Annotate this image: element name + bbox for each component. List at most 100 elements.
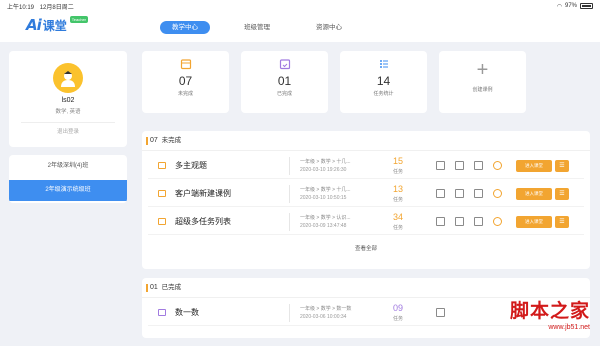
tab-teaching-center[interactable]: 教学中心 <box>160 21 210 34</box>
view-all-link[interactable]: 查看全部 <box>142 244 590 252</box>
profile-card: ls02 数学, 英语 退出登录 <box>9 51 127 147</box>
delete-icon[interactable] <box>474 161 483 170</box>
lesson-title: 超级多任务列表 <box>175 217 231 226</box>
pending-count: 07 <box>150 137 158 144</box>
enter-class-button[interactable]: 进入课堂 <box>516 160 552 172</box>
stat-done-label: 已完成 <box>276 91 292 97</box>
lesson-time: 2020-03-06 10:00:34 <box>300 314 347 320</box>
folder-icon <box>158 309 166 316</box>
row-menu-button[interactable]: ☰ <box>555 188 569 200</box>
task-count: 09 <box>393 303 404 313</box>
stat-tasks[interactable]: 14 任务统计 <box>340 51 427 113</box>
stat-pending[interactable]: 07 未完成 <box>142 51 229 113</box>
lesson-path: 一年级 > 数学 > 十几... <box>300 159 351 165</box>
lesson-time: 2020-03-09 13:47:48 <box>300 223 347 229</box>
watermark-title: 脚本之家 <box>509 300 590 322</box>
profile-name: ls02 <box>61 97 75 104</box>
create-lesson-label: 创建课例 <box>472 87 493 93</box>
avatar[interactable] <box>53 63 83 93</box>
calendar-icon <box>142 58 229 70</box>
delete-icon[interactable] <box>474 217 483 226</box>
task-count: 13 <box>393 184 404 194</box>
tab-resource-center[interactable]: 资源中心 <box>304 21 354 34</box>
row-tools <box>436 189 502 198</box>
lesson-path: 一年级 > 数学 > 数一数 <box>300 306 352 312</box>
task-label: 任务 <box>393 169 404 175</box>
lesson-row[interactable]: 多主观题 一年级 > 数学 > 十几... 2020-03-10 19:26:3… <box>148 153 584 179</box>
delete-icon[interactable] <box>474 189 483 198</box>
preview-icon[interactable] <box>455 189 464 198</box>
teacher-avatar-icon <box>61 71 75 87</box>
stat-tasks-label: 任务统计 <box>373 91 394 97</box>
watermark-url: www.jb51.net <box>548 324 590 331</box>
task-label: 任务 <box>393 225 404 231</box>
folder-icon <box>158 162 166 169</box>
folder-icon <box>158 190 166 197</box>
power-icon[interactable] <box>493 189 502 198</box>
preview-icon[interactable] <box>455 161 464 170</box>
app-logo: Ai 课堂 Teacher <box>26 16 89 34</box>
create-lesson-button[interactable]: + 创建课例 <box>439 51 526 113</box>
done-header: 01 已完成 <box>142 278 590 298</box>
lesson-row[interactable]: 超级多任务列表 一年级 > 数学 > 认识... 2020-03-09 13:4… <box>148 209 584 235</box>
task-label: 任务 <box>393 316 404 322</box>
enter-class-button[interactable]: 进入课堂 <box>516 188 552 200</box>
row-menu-button[interactable]: ☰ <box>555 160 569 172</box>
battery-text: 97% <box>564 3 577 9</box>
main-nav: 教学中心 班级管理 资源中心 <box>160 21 354 34</box>
copy-icon[interactable] <box>436 161 445 170</box>
logo-ai: Ai <box>26 16 42 34</box>
power-icon[interactable] <box>493 161 502 170</box>
copy-icon[interactable] <box>436 308 445 317</box>
copy-icon[interactable] <box>436 217 445 226</box>
status-left: 上午10:19 12月8日周二 <box>7 2 74 11</box>
stat-pending-num: 07 <box>178 74 193 88</box>
profile-subjects: 数学, 英语 <box>55 109 81 115</box>
checked-calendar-icon <box>241 58 328 70</box>
watermark: 脚本之家 www.jb51.net <box>510 296 590 331</box>
pending-title: 未完成 <box>161 137 182 144</box>
status-right: ◠ 97% <box>557 3 593 10</box>
stats-row: 07 未完成 01 已完成 14 任务统计 + 创建课例 <box>142 51 526 113</box>
stat-tasks-num: 14 <box>376 74 391 88</box>
done-title: 已完成 <box>161 284 182 291</box>
row-tools <box>436 217 502 226</box>
class-item[interactable]: 2年级深圳(4)班 <box>9 155 127 177</box>
lesson-row[interactable]: 客户端新建课例 一年级 > 数学 > 十几... 2020-03-10 10:5… <box>148 181 584 207</box>
task-count: 15 <box>393 156 404 166</box>
wifi-icon: ◠ <box>556 3 562 10</box>
class-list: 2年级深圳(4)班 2年级演示统级班 <box>9 155 127 203</box>
copy-icon[interactable] <box>436 189 445 198</box>
enter-class-button[interactable]: 进入课堂 <box>516 216 552 228</box>
lesson-title: 多主观题 <box>175 161 207 170</box>
lesson-path: 一年级 > 数学 > 认识... <box>300 215 351 221</box>
pending-header: 07 未完成 <box>142 131 590 151</box>
row-menu-button[interactable]: ☰ <box>555 216 569 228</box>
battery-icon <box>580 3 593 9</box>
stat-done[interactable]: 01 已完成 <box>241 51 328 113</box>
plus-icon: + <box>476 59 489 81</box>
divider <box>289 213 290 231</box>
tab-class-management[interactable]: 班级管理 <box>232 21 282 34</box>
divider <box>289 304 290 322</box>
status-bar: 上午10:19 12月8日周二 ◠ 97% <box>0 0 600 12</box>
logo-badge: Teacher <box>69 16 89 23</box>
folder-icon <box>158 218 166 225</box>
row-tools <box>436 308 445 317</box>
row-tools <box>436 161 502 170</box>
task-label: 任务 <box>393 197 404 203</box>
power-icon[interactable] <box>493 217 502 226</box>
list-icon <box>340 58 427 70</box>
status-time: 上午10:19 <box>7 4 35 11</box>
logo-word: 课堂 <box>42 18 67 33</box>
done-count: 01 <box>150 284 158 291</box>
pending-panel: 07 未完成 多主观题 一年级 > 数学 > 十几... 2020-03-10 … <box>142 131 590 269</box>
preview-icon[interactable] <box>455 217 464 226</box>
divider <box>289 185 290 203</box>
lesson-time: 2020-03-10 10:50:15 <box>300 195 347 201</box>
status-date: 12月8日周二 <box>39 4 74 11</box>
divider <box>289 157 290 175</box>
class-item-selected[interactable]: 2年级演示统级班 <box>9 180 127 201</box>
logout-link[interactable]: 退出登录 <box>21 122 115 135</box>
lesson-time: 2020-03-10 19:26:30 <box>300 167 347 173</box>
